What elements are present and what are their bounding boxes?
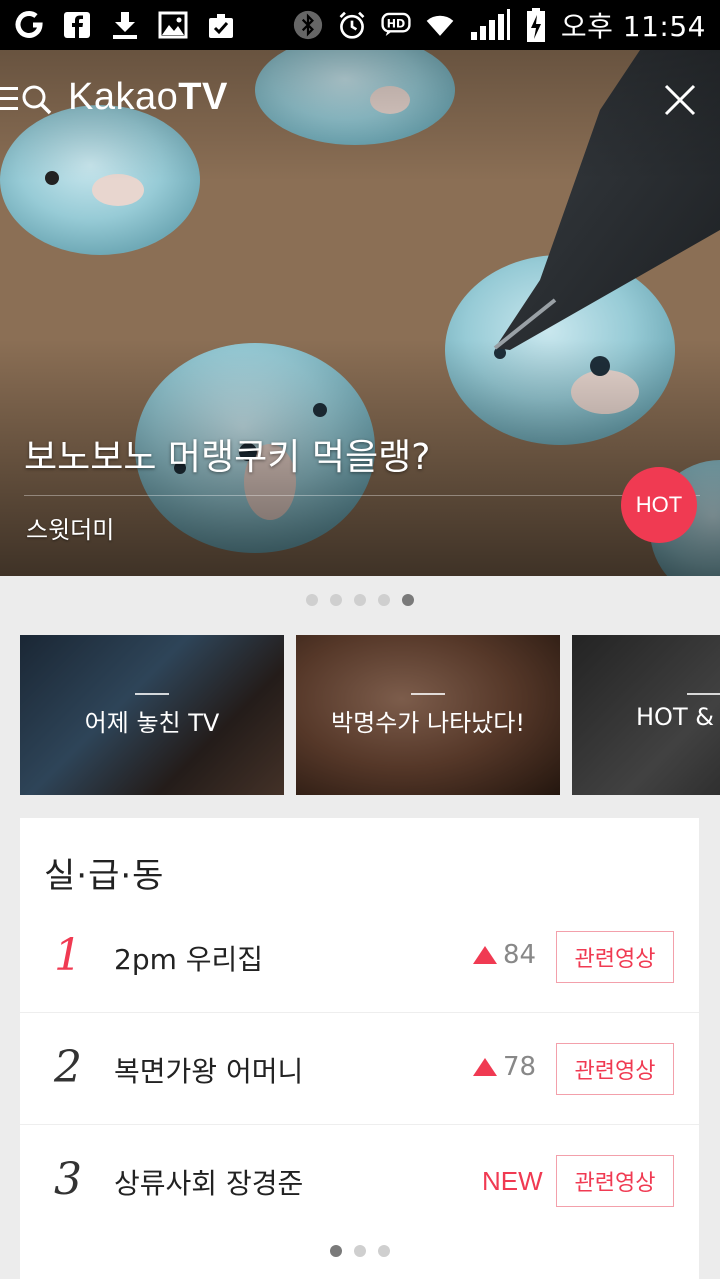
hd-icon: HD (381, 10, 411, 40)
download-icon (110, 10, 140, 40)
top-bar: KakaoTV (0, 50, 720, 146)
signal-icon (469, 9, 511, 40)
rank-change-value: 78 (503, 1052, 537, 1082)
gallery-icon (158, 10, 188, 40)
pager-dot[interactable] (306, 594, 318, 606)
ranking-keyword: 상류사회 장경준 (114, 1167, 304, 1200)
ranking-row[interactable]: 3 상류사회 장경준 NEW 관련영상 (20, 1124, 699, 1236)
category-thumb[interactable]: 박명수가 나타났다! (296, 635, 560, 795)
menu-search-icon (0, 85, 52, 115)
rank-change-value: 84 (503, 940, 537, 970)
close-icon (664, 84, 696, 116)
rank-change: 84 (473, 940, 536, 970)
category-label: HOT & NEW (636, 703, 720, 731)
close-button[interactable] (660, 80, 700, 120)
hero-pager (306, 594, 414, 606)
ranking-card: 실·급·동 1 2pm 우리집 84 관련영상 2 복면가왕 어머니 78 관련… (20, 818, 699, 1279)
new-badge: NEW (482, 1166, 543, 1196)
battery-icon (525, 8, 547, 42)
svg-text:HD: HD (387, 17, 405, 30)
logo-bold-text: TV (178, 76, 228, 118)
logo-light-text: Kakao (68, 76, 179, 118)
pager-dot[interactable] (402, 594, 414, 606)
pager-dot[interactable] (378, 594, 390, 606)
status-time: 오후 11:54 (560, 10, 706, 43)
hot-badge: HOT (621, 467, 697, 543)
pager-dot[interactable] (378, 1245, 390, 1257)
rank-number: 1 (54, 930, 82, 981)
up-arrow-icon (473, 1058, 497, 1076)
status-bar: HD 오후 11:54 (0, 0, 720, 50)
rank-number: 2 (54, 1042, 82, 1093)
ranking-keyword: 복면가왕 어머니 (114, 1055, 304, 1088)
ranking-row[interactable]: 2 복면가왕 어머니 78 관련영상 (20, 1012, 699, 1124)
category-carousel[interactable]: 어제 놓친 TV 박명수가 나타났다! HOT & NEW (20, 635, 720, 795)
category-label: 어제 놓친 TV (84, 709, 220, 737)
clipboard-check-icon (206, 10, 236, 40)
related-video-button[interactable]: 관련영상 (556, 1155, 674, 1207)
category-thumb[interactable]: 어제 놓친 TV (20, 635, 284, 795)
up-arrow-icon (473, 946, 497, 964)
o-app-icon (14, 10, 44, 40)
pager-dot[interactable] (354, 1245, 366, 1257)
facebook-icon (62, 10, 92, 40)
pager-dot[interactable] (330, 594, 342, 606)
wifi-icon (425, 10, 455, 40)
category-label: 박명수가 나타났다! (331, 709, 525, 737)
menu-search-button[interactable] (0, 82, 56, 116)
rank-change: 78 (473, 1052, 536, 1082)
related-video-button[interactable]: 관련영상 (556, 931, 674, 983)
bluetooth-icon (293, 10, 323, 40)
related-video-button[interactable]: 관련영상 (556, 1043, 674, 1095)
rank-number: 3 (54, 1154, 82, 1205)
ranking-row[interactable]: 1 2pm 우리집 84 관련영상 (20, 900, 699, 1012)
ranking-pager (330, 1245, 390, 1257)
ranking-title: 실·급·동 (44, 856, 165, 896)
hero-banner[interactable]: KakaoTV 보노보노 머랭쿠키 먹을랭? 스윗더미 HOT (0, 50, 720, 576)
alarm-icon (337, 10, 367, 40)
pager-dot[interactable] (330, 1245, 342, 1257)
hero-divider (24, 495, 700, 496)
hero-channel[interactable]: 스윗더미 (26, 510, 114, 545)
category-thumb[interactable]: HOT & NEW (572, 635, 720, 795)
kakaotv-logo[interactable]: KakaoTV (68, 76, 228, 119)
ranking-keyword: 2pm 우리집 (114, 943, 264, 976)
hero-title[interactable]: 보노보노 머랭쿠키 먹을랭? (24, 428, 430, 480)
pager-dot[interactable] (354, 594, 366, 606)
